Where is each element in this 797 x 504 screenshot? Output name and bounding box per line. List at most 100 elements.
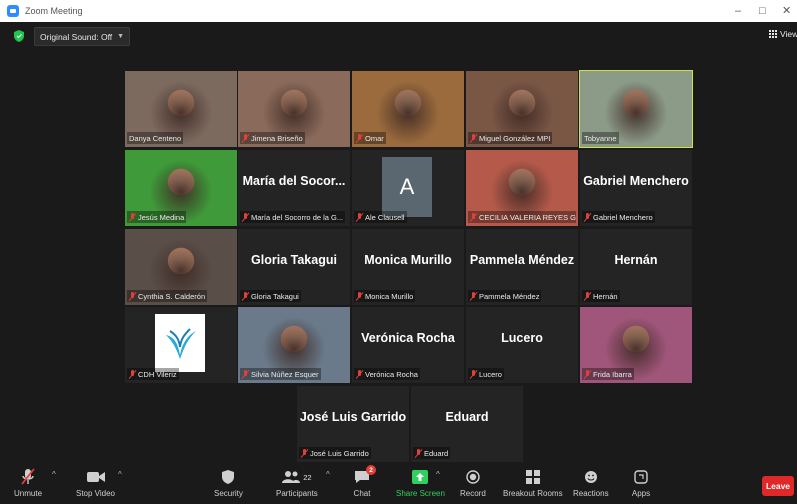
participant-name-text: Ale Clausell [365, 212, 405, 222]
participant-name-label: Omar [354, 132, 386, 144]
minimize-button[interactable]: – [735, 4, 741, 18]
participant-tile[interactable]: Hernán Hernán [580, 229, 692, 305]
participant-name-label: Eduard [413, 447, 451, 459]
breakout-rooms-button[interactable]: Breakout Rooms [503, 468, 563, 498]
microphone-muted-icon [129, 369, 136, 379]
microphone-muted-icon [242, 291, 249, 301]
participant-tile[interactable]: Gloria Takagui Gloria Takagui [238, 229, 350, 305]
participant-name-label: José Luis Garrido [299, 447, 371, 459]
participant-name-text: Monica Murillo [365, 291, 414, 301]
participant-tile[interactable]: Verónica Rocha Verónica Rocha [352, 307, 464, 383]
participant-tile[interactable]: Eduard Eduard [411, 386, 523, 462]
chat-bubble-icon: 2 [352, 465, 376, 486]
microphone-muted-icon [242, 212, 249, 222]
participant-name-text: Eduard [424, 448, 449, 458]
participant-avatar: A [382, 157, 432, 217]
apps-button[interactable]: Apps [631, 468, 651, 498]
participant-tile[interactable]: Jesús Medina [125, 150, 237, 226]
share-options-chevron-icon[interactable]: ^ [436, 470, 440, 479]
participant-tile[interactable]: Omar [352, 71, 464, 147]
participant-tile[interactable]: Monica Murillo Monica Murillo [352, 229, 464, 305]
participant-name-label: Silvia Núñez Esquer [240, 368, 321, 380]
participant-tile[interactable]: CDH Vileriz [125, 307, 237, 383]
microphone-muted-icon [129, 291, 136, 301]
participant-name-text: Gloria Takagui [251, 291, 299, 301]
participant-name-label: Hernán [582, 290, 620, 302]
breakout-rooms-icon [523, 468, 543, 486]
audio-options-chevron-icon[interactable]: ^ [52, 470, 56, 479]
reactions-button[interactable]: Reactions [573, 468, 609, 498]
chat-unread-badge: 2 [366, 465, 376, 475]
reactions-smiley-icon [581, 468, 601, 486]
view-button[interactable]: View [769, 29, 797, 39]
original-sound-toggle[interactable]: Original Sound: Off ▼ [34, 27, 131, 46]
participants-chevron-icon[interactable]: ^ [326, 470, 330, 479]
leave-button[interactable]: Leave [762, 476, 794, 496]
microphone-muted-icon [470, 369, 477, 379]
participant-name-text: CDH Vileriz [138, 369, 177, 379]
microphone-muted-icon [584, 369, 591, 379]
participant-name-label: Jesús Medina [127, 211, 187, 223]
share-screen-icon [410, 468, 430, 486]
participant-name-label: Gabriel Menchero [582, 211, 655, 223]
participant-display-name: Verónica Rocha [361, 331, 455, 345]
meeting-top-bar: Original Sound: Off ▼ View [0, 22, 797, 52]
participants-count: 22 [303, 472, 312, 482]
video-options-chevron-icon[interactable]: ^ [118, 470, 122, 479]
participant-tile[interactable]: Gabriel Menchero Gabriel Menchero [580, 150, 692, 226]
participant-name-label: Monica Murillo [354, 290, 416, 302]
participant-display-name: Lucero [501, 331, 543, 345]
stop-video-button[interactable]: Stop Video [76, 468, 115, 498]
unmute-button[interactable]: Unmute [14, 468, 42, 498]
participant-display-name: María del Socor... [242, 174, 346, 188]
participant-name-text: Pammela Méndez [479, 291, 540, 301]
microphone-muted-icon [470, 212, 477, 222]
meeting-toolbar: Unmute ^ Stop Video ^ Security 22 Partic… [0, 464, 797, 504]
restore-button[interactable]: □ [759, 4, 766, 18]
participant-display-name: José Luis Garrido [299, 410, 407, 424]
chat-button[interactable]: 2 Chat [352, 465, 376, 498]
participant-tile[interactable]: Jimena Briseño [238, 71, 350, 147]
participant-tile[interactable]: A Ale Clausell [352, 150, 464, 226]
microphone-muted-icon [470, 133, 477, 143]
participant-tile[interactable]: CECILIA VALERIA REYES G... [466, 150, 578, 226]
microphone-muted-icon [242, 133, 249, 143]
participant-tile[interactable]: María del Socor... María del Socorro de l… [238, 150, 350, 226]
video-camera-icon [86, 468, 106, 486]
stop-video-label: Stop Video [76, 489, 115, 498]
participant-display-name: Pammela Méndez [469, 253, 575, 267]
participant-name-text: Tobyanne [584, 133, 617, 143]
participant-name-text: CECILIA VALERIA REYES G... [479, 212, 576, 222]
participant-tile[interactable]: Frida Ibarra [580, 307, 692, 383]
participant-tile[interactable]: Miguel González MPI [466, 71, 578, 147]
breakout-rooms-label: Breakout Rooms [503, 489, 563, 498]
participants-button[interactable]: 22 Participants [276, 468, 318, 498]
participant-name-label: Danya Centeno [127, 132, 184, 144]
participant-tile[interactable]: Danya Centeno [125, 71, 237, 147]
participant-name-label: CDH Vileriz [127, 368, 179, 380]
participant-tile[interactable]: Lucero Lucero [466, 307, 578, 383]
security-button[interactable]: Security [214, 468, 243, 498]
apps-label: Apps [631, 489, 651, 498]
participant-tile[interactable]: Tobyanne [579, 70, 693, 148]
participant-name-label: Pammela Méndez [468, 290, 542, 302]
participant-name-text: José Luis Garrido [310, 448, 369, 458]
microphone-muted-icon [356, 212, 363, 222]
participant-logo [155, 314, 205, 372]
zoom-app-icon [7, 5, 19, 17]
zoom-meeting-window: Zoom Meeting – □ ✕ Original Sound: Off ▼… [0, 0, 797, 504]
encryption-shield-icon[interactable] [14, 30, 24, 42]
close-button[interactable]: ✕ [782, 4, 791, 18]
participant-tile[interactable]: Cynthia S. Calderón [125, 229, 237, 305]
window-title: Zoom Meeting [25, 6, 83, 16]
participant-name-label: Miguel González MPI [468, 132, 553, 144]
participant-display-name: Gloria Takagui [251, 253, 337, 267]
participant-tile[interactable]: Silvia Núñez Esquer [238, 307, 350, 383]
record-button[interactable]: Record [460, 468, 486, 498]
participant-name-label: Verónica Rocha [354, 368, 420, 380]
microphone-muted-icon [129, 212, 136, 222]
participant-name-label: CECILIA VALERIA REYES G... [468, 211, 576, 223]
participant-tile[interactable]: Pammela Méndez Pammela Méndez [466, 229, 578, 305]
participant-tile[interactable]: José Luis Garrido José Luis Garrido [297, 386, 409, 462]
participant-name-text: Lucero [479, 369, 502, 379]
